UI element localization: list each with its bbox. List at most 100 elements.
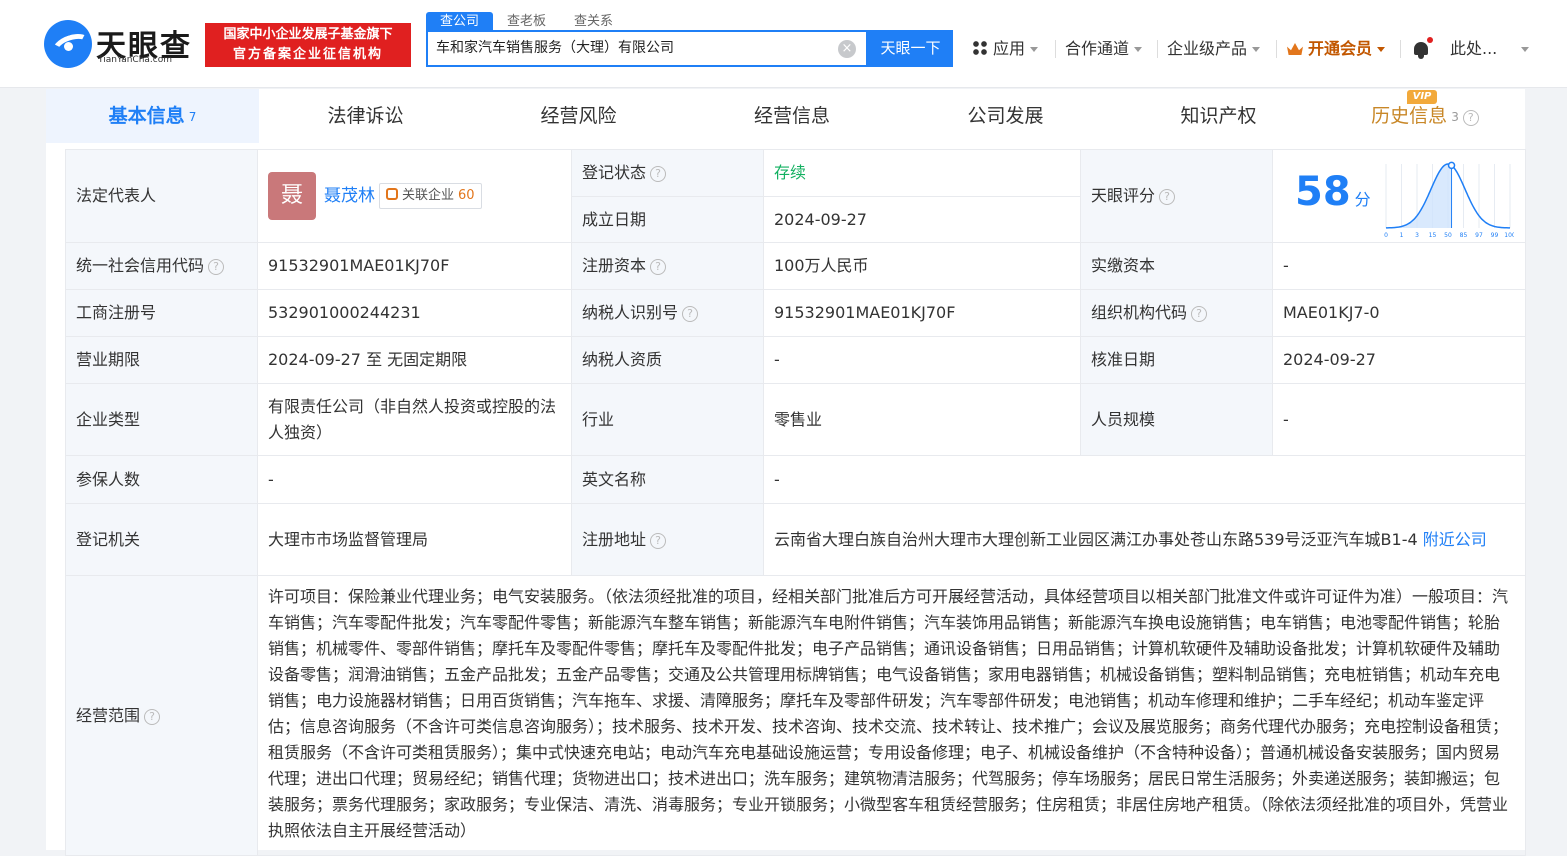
- chart-tick-label: 97: [1475, 232, 1483, 239]
- nav-divider: [1400, 40, 1401, 58]
- tab-development[interactable]: 公司发展: [899, 89, 1112, 145]
- search-tab-relation[interactable]: 查关系: [560, 12, 627, 32]
- label-text: 天眼评分: [1091, 186, 1156, 205]
- insured: -: [257, 455, 572, 504]
- nearby-companies-link[interactable]: 附近公司: [1423, 530, 1487, 549]
- crown-icon: [1287, 43, 1303, 55]
- legal-rep-label: 法定代表人: [65, 149, 258, 243]
- chevron-down-icon: [1134, 47, 1143, 52]
- bell-icon[interactable]: [1412, 40, 1430, 60]
- nav-divider: [1157, 40, 1158, 58]
- tab-label: 经营风险: [540, 105, 617, 127]
- biz-reg-no: 532901000244231: [257, 289, 572, 337]
- score-value: 58: [1295, 169, 1351, 215]
- tab-label: 经营信息: [753, 105, 830, 127]
- approve-date: 2024-09-27: [1272, 336, 1526, 384]
- search-tab-boss[interactable]: 查老板: [493, 12, 560, 32]
- search-button[interactable]: 天眼一下: [868, 30, 953, 67]
- help-icon[interactable]: ?: [1191, 306, 1208, 322]
- user-name: 此处...: [1450, 39, 1498, 58]
- apps-icon: [973, 41, 987, 55]
- top-header: 天眼查 TianYanCha.com 国家中小企业发展子基金旗下 官方备案企业征…: [0, 0, 1567, 88]
- authority: 大理市市场监督管理局: [257, 503, 572, 576]
- score-cell[interactable]: 58 分 0 1 3 15 50 85 97 99 100: [1272, 149, 1526, 243]
- chart-tick-label: 100: [1504, 232, 1514, 239]
- reg-capital-label: 注册资本?: [571, 242, 764, 290]
- insured-label: 参保人数: [65, 455, 258, 504]
- related-companies-badge[interactable]: 关联企业 60: [379, 183, 482, 209]
- taxpayer-qual-label: 纳税人资质: [571, 336, 764, 384]
- approve-date-label: 核准日期: [1080, 336, 1273, 384]
- help-icon[interactable]: ?: [1159, 189, 1176, 205]
- search-tab-company[interactable]: 查公司: [426, 12, 494, 32]
- found-date: 2024-09-27: [763, 196, 1081, 243]
- biz-reg-no-label: 工商注册号: [65, 289, 258, 337]
- nav-channel[interactable]: 合作通道: [1065, 37, 1143, 61]
- table-row: 统一社会信用代码? 91532901MAE01KJ70F 注册资本? 100万人…: [65, 242, 1526, 290]
- taxpayer-qual: -: [763, 336, 1081, 384]
- legal-rep-cell: 聂聂茂林 关联企业 60: [257, 149, 572, 243]
- label-text: 统一社会信用代码: [76, 256, 205, 275]
- label-text: 登记状态: [582, 163, 647, 182]
- authority-label: 登记机关: [65, 503, 258, 576]
- tab-legal[interactable]: 法律诉讼: [259, 89, 472, 145]
- tab-basic-info[interactable]: 基本信息 7: [46, 89, 259, 145]
- business-scope: 许可项目：保险兼业代理业务；电气安装服务。（依法须经批准的项目，经相关部门批准后…: [257, 575, 1526, 856]
- scope-label: 经营范围?: [65, 575, 258, 856]
- nav-enterprise[interactable]: 企业级产品: [1167, 37, 1261, 61]
- brand-logo[interactable]: 天眼查 TianYanCha.com: [44, 20, 199, 68]
- chart-tick-label: 1: [1399, 232, 1403, 239]
- table-row: 企业类型 有限责任公司（非自然人投资或控股的法人独资） 行业 零售业 人员规模 …: [65, 383, 1526, 456]
- status-badge: 存续: [774, 163, 807, 182]
- label-text: 经营范围: [76, 705, 141, 725]
- certification-badge[interactable]: 国家中小企业发展子基金旗下 官方备案企业征信机构: [205, 23, 411, 67]
- credit-code: 91532901MAE01KJ70F: [257, 242, 572, 290]
- table-row: 法定代表人 聂聂茂林 关联企业 60 登记状态? 存续 天眼评分? 58 分 0131…: [65, 149, 1526, 243]
- help-icon[interactable]: ?: [144, 708, 161, 725]
- basic-info-table: 法定代表人 聂聂茂林 关联企业 60 登记状态? 存续 天眼评分? 58 分 0131…: [65, 149, 1526, 856]
- taxpayer-id: 91532901MAE01KJ70F: [763, 289, 1081, 337]
- table-row: 参保人数 - 英文名称 -: [65, 455, 1526, 504]
- chart-tick-label: 85: [1459, 232, 1467, 239]
- table-row: 工商注册号 532901000244231 纳税人识别号? 91532901MA…: [65, 289, 1526, 337]
- tab-risk[interactable]: 经营风险: [472, 89, 685, 145]
- related-count: 60: [458, 188, 475, 203]
- search-input[interactable]: [436, 39, 836, 55]
- help-icon[interactable]: ?: [1462, 110, 1479, 126]
- reg-status-cell: 存续: [763, 149, 1081, 197]
- search-box: ×: [426, 30, 868, 67]
- legal-rep-name[interactable]: 聂茂林: [324, 183, 375, 209]
- avatar[interactable]: 聂: [268, 172, 316, 220]
- clear-icon[interactable]: ×: [838, 40, 856, 58]
- staff: -: [1272, 383, 1526, 456]
- tab-label: 基本信息: [108, 105, 185, 127]
- nav-divider: [1055, 40, 1056, 58]
- chevron-down-icon: [1252, 47, 1261, 52]
- tab-ip[interactable]: 知识产权: [1112, 89, 1325, 145]
- logo-icon: [44, 20, 92, 68]
- tab-label: 历史信息: [1371, 105, 1448, 127]
- score-label: 天眼评分?: [1080, 149, 1273, 243]
- tab-label: 法律诉讼: [327, 105, 404, 127]
- nav-apps[interactable]: 应用: [973, 37, 1039, 61]
- user-menu-toggle[interactable]: [1516, 37, 1529, 61]
- address-label: 注册地址?: [571, 503, 764, 576]
- help-icon[interactable]: ?: [682, 306, 699, 322]
- tab-operations[interactable]: 经营信息: [685, 89, 899, 145]
- relation-icon: [386, 188, 398, 200]
- user-menu[interactable]: 此处...: [1450, 37, 1510, 61]
- score-distribution-chart: 0 1 3 15 50 85 97 99 100: [1384, 161, 1514, 239]
- help-icon[interactable]: ?: [650, 166, 667, 182]
- paid-capital: -: [1272, 242, 1526, 290]
- chart-tick-label: 99: [1490, 232, 1498, 239]
- address-cell: 云南省大理白族自治州大理市大理创新工业园区满江办事处苍山东路539号泛亚汽车城B…: [763, 503, 1526, 576]
- nav-vip-label: 开通会员: [1308, 39, 1373, 58]
- help-icon[interactable]: ?: [650, 259, 667, 275]
- help-icon[interactable]: ?: [650, 532, 667, 549]
- chart-tick-label: 15: [1428, 232, 1436, 239]
- nav-vip[interactable]: 开通会员: [1287, 37, 1386, 61]
- help-icon[interactable]: ?: [208, 259, 225, 275]
- search-type-tabs: 查公司 查老板 查关系: [426, 10, 627, 32]
- table-row: 经营范围? 许可项目：保险兼业代理业务；电气安装服务。（依法须经批准的项目，经相…: [65, 575, 1526, 856]
- nav-divider: [1276, 40, 1277, 58]
